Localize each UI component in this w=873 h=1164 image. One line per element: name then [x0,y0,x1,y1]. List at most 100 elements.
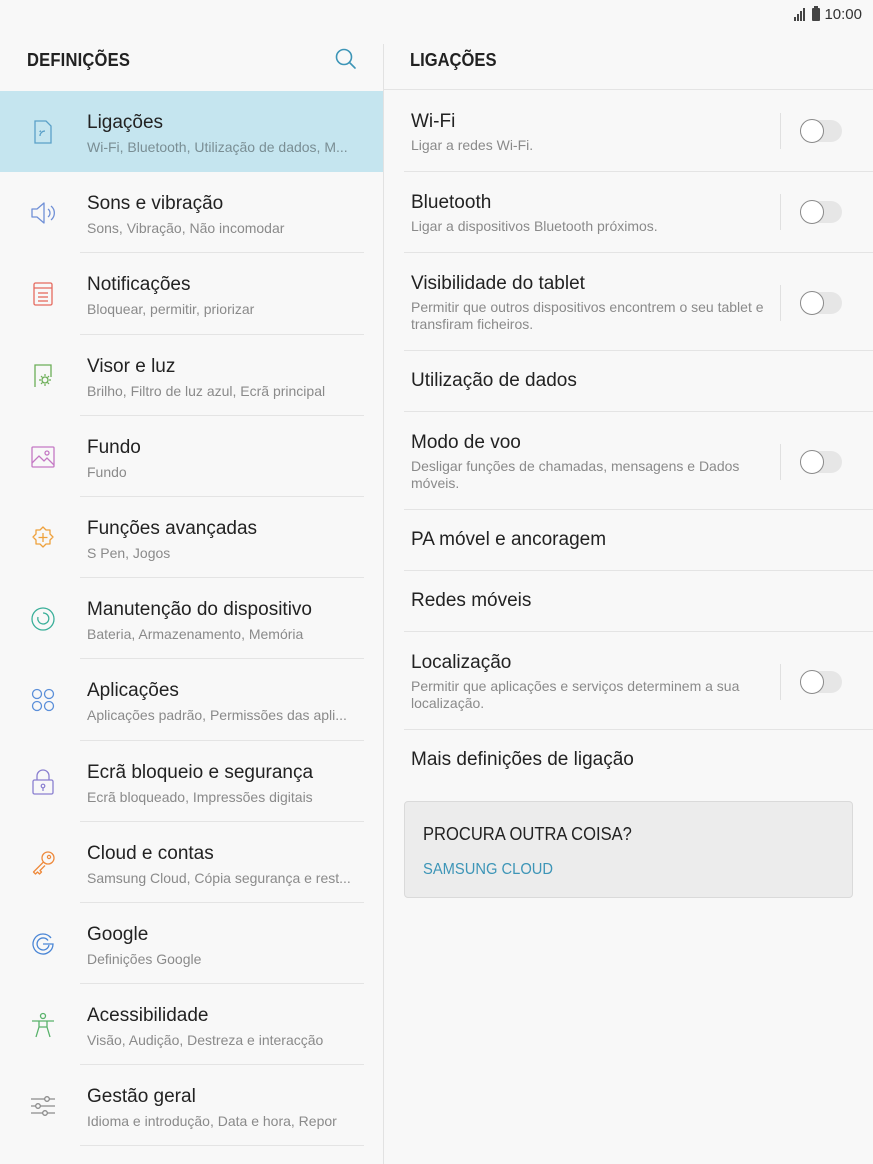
menu-item-subtitle: Definições Google [87,950,202,967]
section-title: LIGAÇÕES [410,50,497,70]
clock: 10:00 [824,6,862,23]
signal-icon [794,8,808,21]
setting-title: PA móvel e ancoragem [411,529,607,550]
settings-menu-pane: DEFINIÇÕES Ligações Wi-Fi, Bluetooth, Ut… [0,28,383,1164]
menu-item-advanced-features[interactable]: Funções avançadas S Pen, Jogos [0,497,383,579]
setting-subtitle: Ligar a redes Wi-Fi. [411,137,534,153]
menu-item-general-management[interactable]: Gestão geral Idioma e introdução, Data e… [0,1065,383,1147]
connections-pane: LIGAÇÕES Wi-Fi Ligar a redes Wi-Fi. Blue… [383,28,873,1164]
menu-item-subtitle: Visão, Audição, Destreza e interacção [87,1032,324,1049]
setting-wifi[interactable]: Wi-Fi Ligar a redes Wi-Fi. [404,91,873,172]
battery-icon [812,6,821,21]
menu-item-title: Sons e vibração [87,193,224,215]
menu-item-title: Ligações [87,112,164,133]
toggle-divider [780,194,781,230]
menu-item-subtitle: Ecrã bloqueado, Impressões digitais [87,788,313,805]
setting-title: Wi-Fi [411,111,456,132]
toggle-divider [780,444,781,480]
menu-item-connections[interactable]: Ligações Wi-Fi, Bluetooth, Utilização de… [0,91,383,173]
connections-header: LIGAÇÕES [383,28,873,90]
menu-item-subtitle: Brilho, Filtro de luz azul, Ecrã princip… [87,382,326,399]
menu-item-cloud-accounts[interactable]: Cloud e contas Samsung Cloud, Cópia segu… [0,822,383,903]
apps-icon [31,689,55,712]
setting-title: Mais definições de ligação [411,749,634,770]
toggle-divider [780,664,781,700]
menu-item-title: Manutenção do dispositivo [87,599,312,621]
menu-item-title: Fundo [87,436,141,458]
connections-settings-list: Wi-Fi Ligar a redes Wi-Fi. Bluetooth Lig… [404,91,873,791]
menu-item-title: Funções avançadas [87,517,258,539]
tablet-visibility-toggle[interactable] [800,291,842,315]
menu-item-lock-security[interactable]: Ecrã bloqueio e segurança Ecrã bloqueado… [0,741,383,822]
samsung-cloud-link[interactable]: SAMSUNG CLOUD [423,861,553,879]
google-icon [32,933,54,955]
menu-item-subtitle: Fundo [87,463,127,480]
bluetooth-toggle[interactable] [800,200,842,224]
menu-item-subtitle: Idioma e introdução, Data e hora, Repor [87,1113,337,1130]
settings-menu-list: Ligações Wi-Fi, Bluetooth, Utilização de… [0,91,383,1147]
connections-icon [34,120,52,144]
menu-item-subtitle: Sons, Vibração, Não incomodar [87,220,285,237]
menu-item-title: Notificações [87,274,191,296]
setting-subtitle: Permitir que aplicações e serviços deter… [411,678,740,711]
menu-item-title: Ecrã bloqueio e segurança [87,761,314,783]
menu-item-subtitle: Samsung Cloud, Cópia segurança e rest... [87,869,351,886]
menu-item-display[interactable]: Visor e luz Brilho, Filtro de luz azul, … [0,335,383,416]
looking-for-something-else-card: PROCURA OUTRA COISA? SAMSUNG CLOUD [404,801,853,898]
menu-item-apps[interactable]: Aplicações Aplicações padrão, Permissões… [0,659,383,741]
setting-title: Utilização de dados [411,370,577,391]
card-title: PROCURA OUTRA COISA? [423,824,632,844]
toggle-divider [780,113,781,149]
menu-item-title: Aplicações [87,680,179,702]
device-maintenance-icon [31,607,55,631]
menu-item-subtitle: Bateria, Armazenamento, Memória [87,626,304,643]
key-icon [32,851,55,875]
wallpaper-icon [31,446,55,468]
setting-subtitle: Permitir que outros dispositivos encontr… [411,299,764,332]
menu-item-subtitle: Aplicações padrão, Permissões das apli..… [87,707,347,724]
menu-item-title: Visor e luz [87,355,176,377]
speaker-icon [31,202,55,224]
status-bar: 10:00 [0,0,873,28]
menu-item-accessibility[interactable]: Acessibilidade Visão, Audição, Destreza … [0,984,383,1066]
menu-item-subtitle: Wi-Fi, Bluetooth, Utilização de dados, M… [87,139,348,155]
page-title: DEFINIÇÕES [27,50,131,70]
lock-icon [32,768,54,795]
location-toggle[interactable] [800,670,842,694]
menu-item-google[interactable]: Google Definições Google [0,903,383,985]
setting-title: Redes móveis [411,590,532,611]
setting-title: Localização [411,652,512,673]
menu-item-title: Google [87,923,149,945]
setting-location[interactable]: Localização Permitir que aplicações e se… [404,632,873,730]
toggle-divider [780,285,781,321]
setting-more-connection-settings[interactable]: Mais definições de ligação [404,730,873,791]
setting-title: Bluetooth [411,192,492,213]
menu-item-title: Acessibilidade [87,1005,209,1027]
advanced-features-icon [32,526,54,548]
setting-subtitle: Desligar funções de chamadas, mensagens … [411,458,740,491]
notifications-icon [33,282,53,307]
search-icon[interactable] [333,46,359,72]
menu-item-title: Gestão geral [87,1086,196,1108]
menu-item-device-maintenance[interactable]: Manutenção do dispositivo Bateria, Armaz… [0,578,383,660]
setting-title: Visibilidade do tablet [411,273,585,294]
setting-mobile-networks[interactable]: Redes móveis [404,571,873,632]
menu-item-notifications[interactable]: Notificações Bloquear, permitir, prioriz… [0,253,383,335]
setting-data-usage[interactable]: Utilização de dados [404,351,873,412]
status-indicators: 10:00 [794,6,862,23]
menu-item-subtitle: S Pen, Jogos [87,544,171,561]
menu-item-wallpaper[interactable]: Fundo Fundo [0,416,383,497]
sliders-icon [31,1096,55,1117]
setting-airplane-mode[interactable]: Modo de voo Desligar funções de chamadas… [404,412,873,510]
setting-tablet-visibility[interactable]: Visibilidade do tablet Permitir que outr… [404,253,873,351]
menu-item-subtitle: Bloquear, permitir, priorizar [87,301,255,318]
setting-bluetooth[interactable]: Bluetooth Ligar a dispositivos Bluetooth… [404,172,873,253]
wifi-toggle[interactable] [800,119,842,143]
setting-mobile-hotspot[interactable]: PA móvel e ancoragem [404,510,873,571]
setting-title: Modo de voo [411,432,521,453]
settings-header: DEFINIÇÕES [0,28,383,90]
airplane-mode-toggle[interactable] [800,450,842,474]
setting-subtitle: Ligar a dispositivos Bluetooth próximos. [411,218,658,234]
menu-item-sounds[interactable]: Sons e vibração Sons, Vibração, Não inco… [0,172,383,254]
menu-item-title: Cloud e contas [87,842,214,864]
